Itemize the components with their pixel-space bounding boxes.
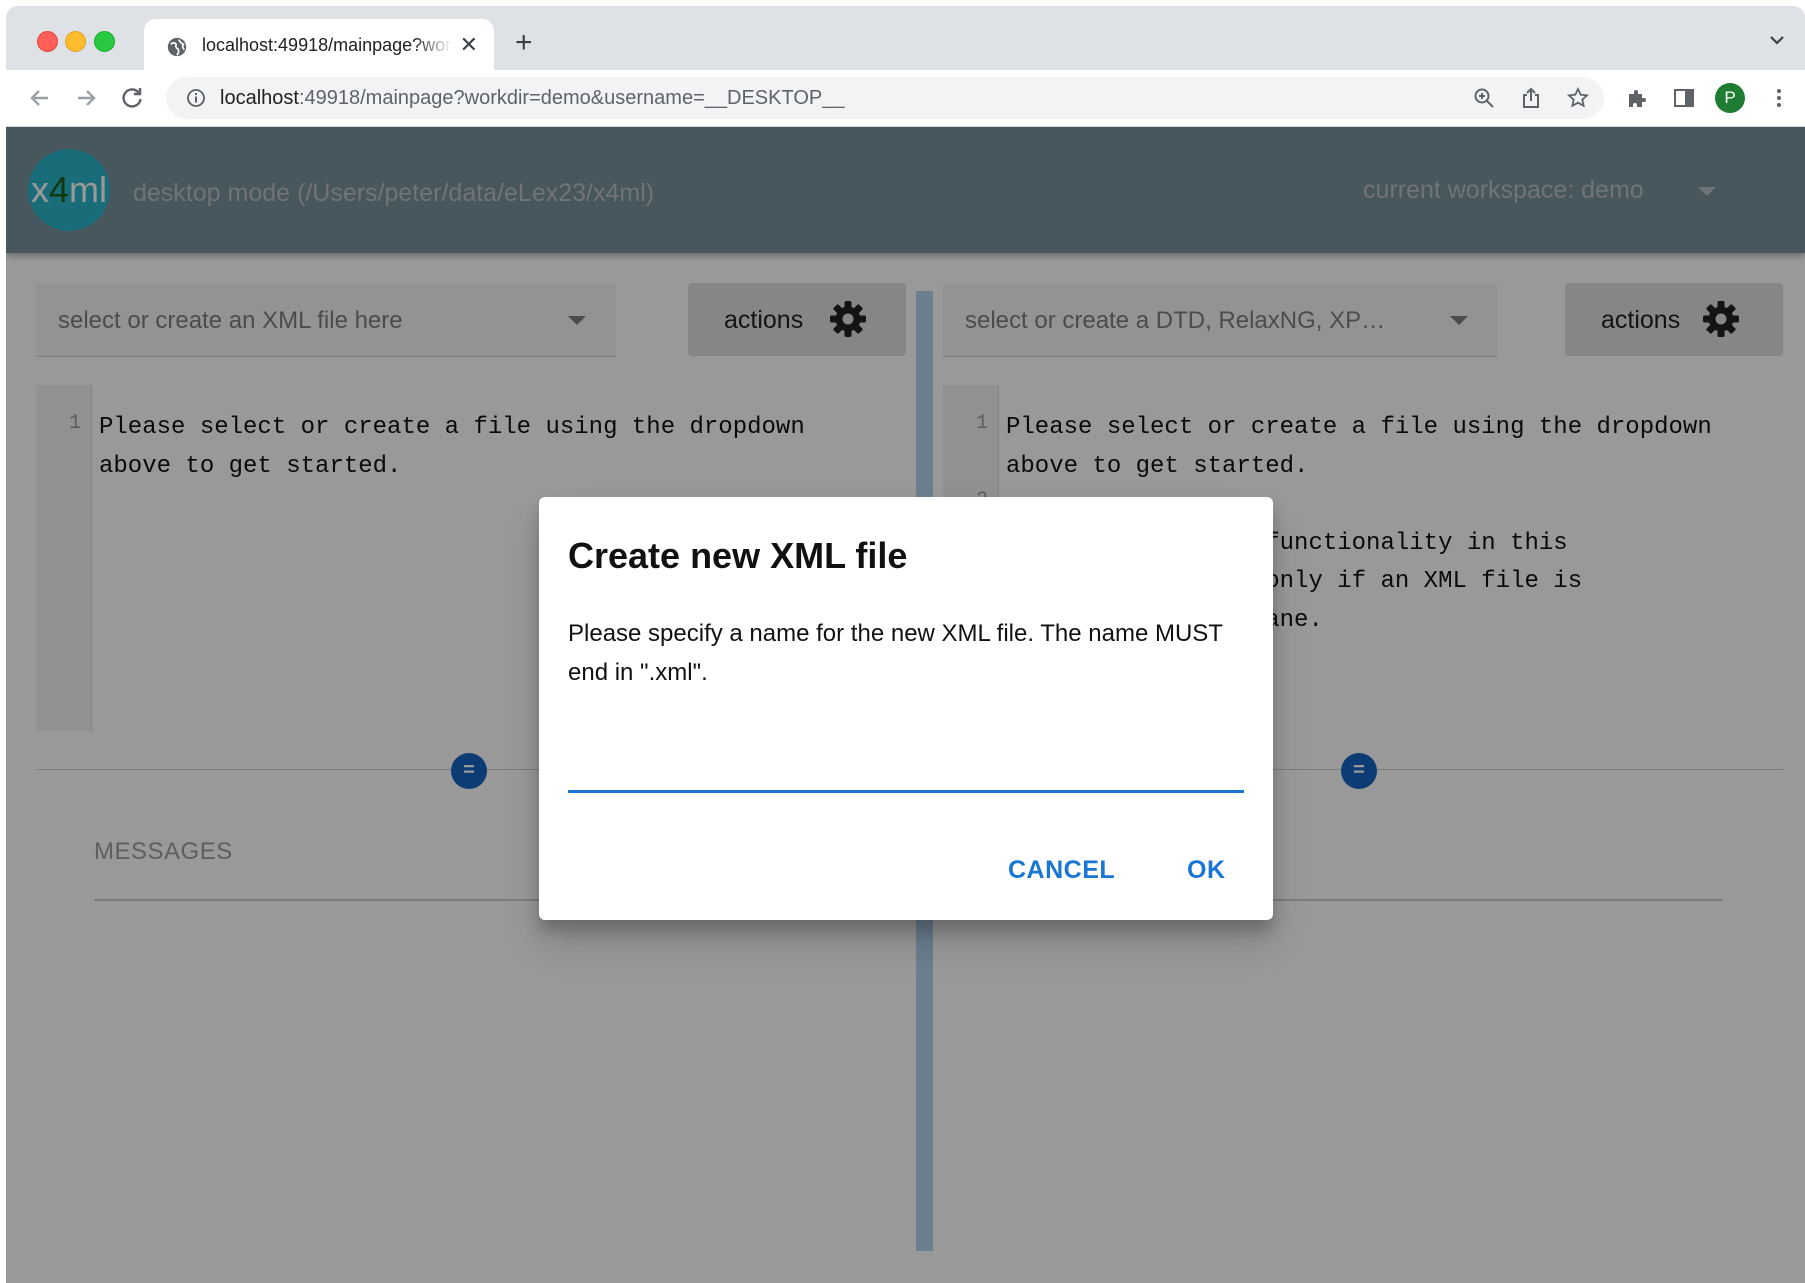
address-bar[interactable]: localhost:49918/mainpage?workdir=demo&us… bbox=[166, 77, 1604, 119]
browser-tab[interactable]: localhost:49918/mainpage?workdir=demo&us… bbox=[144, 19, 494, 70]
globe-icon bbox=[167, 37, 187, 57]
profile-avatar[interactable]: P bbox=[1715, 83, 1745, 113]
back-icon[interactable] bbox=[26, 84, 54, 112]
new-tab-button[interactable]: + bbox=[515, 28, 533, 58]
tab-title: localhost:49918/mainpage?workdir=demo&us… bbox=[202, 35, 452, 55]
maximize-window-button[interactable] bbox=[94, 31, 115, 52]
menu-icon[interactable] bbox=[1767, 86, 1791, 110]
dialog-title: Create new XML file bbox=[568, 535, 908, 576]
forward-icon[interactable] bbox=[72, 84, 100, 112]
close-window-button[interactable] bbox=[37, 31, 58, 52]
ok-button[interactable]: OK bbox=[1187, 856, 1226, 885]
chevron-down-icon[interactable] bbox=[1767, 30, 1787, 50]
minimize-window-button[interactable] bbox=[65, 31, 86, 52]
dialog-text: Please specify a name for the new XML fi… bbox=[568, 620, 1223, 686]
page-content: x4ml desktop mode (/Users/peter/data/eLe… bbox=[6, 127, 1805, 1283]
url-text[interactable]: localhost:49918/mainpage?workdir=demo&us… bbox=[220, 87, 844, 110]
share-icon[interactable] bbox=[1519, 86, 1543, 110]
create-xml-dialog: Create new XML file Please specify a nam… bbox=[539, 497, 1273, 920]
star-icon[interactable] bbox=[1566, 86, 1590, 110]
cancel-button[interactable]: CANCEL bbox=[1008, 856, 1115, 885]
reload-icon[interactable] bbox=[118, 84, 146, 112]
side-panel-icon[interactable] bbox=[1672, 86, 1696, 110]
filename-input[interactable] bbox=[568, 752, 1244, 793]
close-tab-icon[interactable]: ✕ bbox=[460, 34, 478, 56]
zoom-icon[interactable] bbox=[1472, 86, 1496, 110]
browser-toolbar: localhost:49918/mainpage?workdir=demo&us… bbox=[6, 70, 1805, 127]
browser-window: localhost:49918/mainpage?workdir=demo&us… bbox=[6, 6, 1805, 1283]
info-icon[interactable] bbox=[186, 88, 206, 108]
extensions-icon[interactable] bbox=[1625, 86, 1649, 110]
tab-strip: localhost:49918/mainpage?workdir=demo&us… bbox=[6, 6, 1805, 70]
